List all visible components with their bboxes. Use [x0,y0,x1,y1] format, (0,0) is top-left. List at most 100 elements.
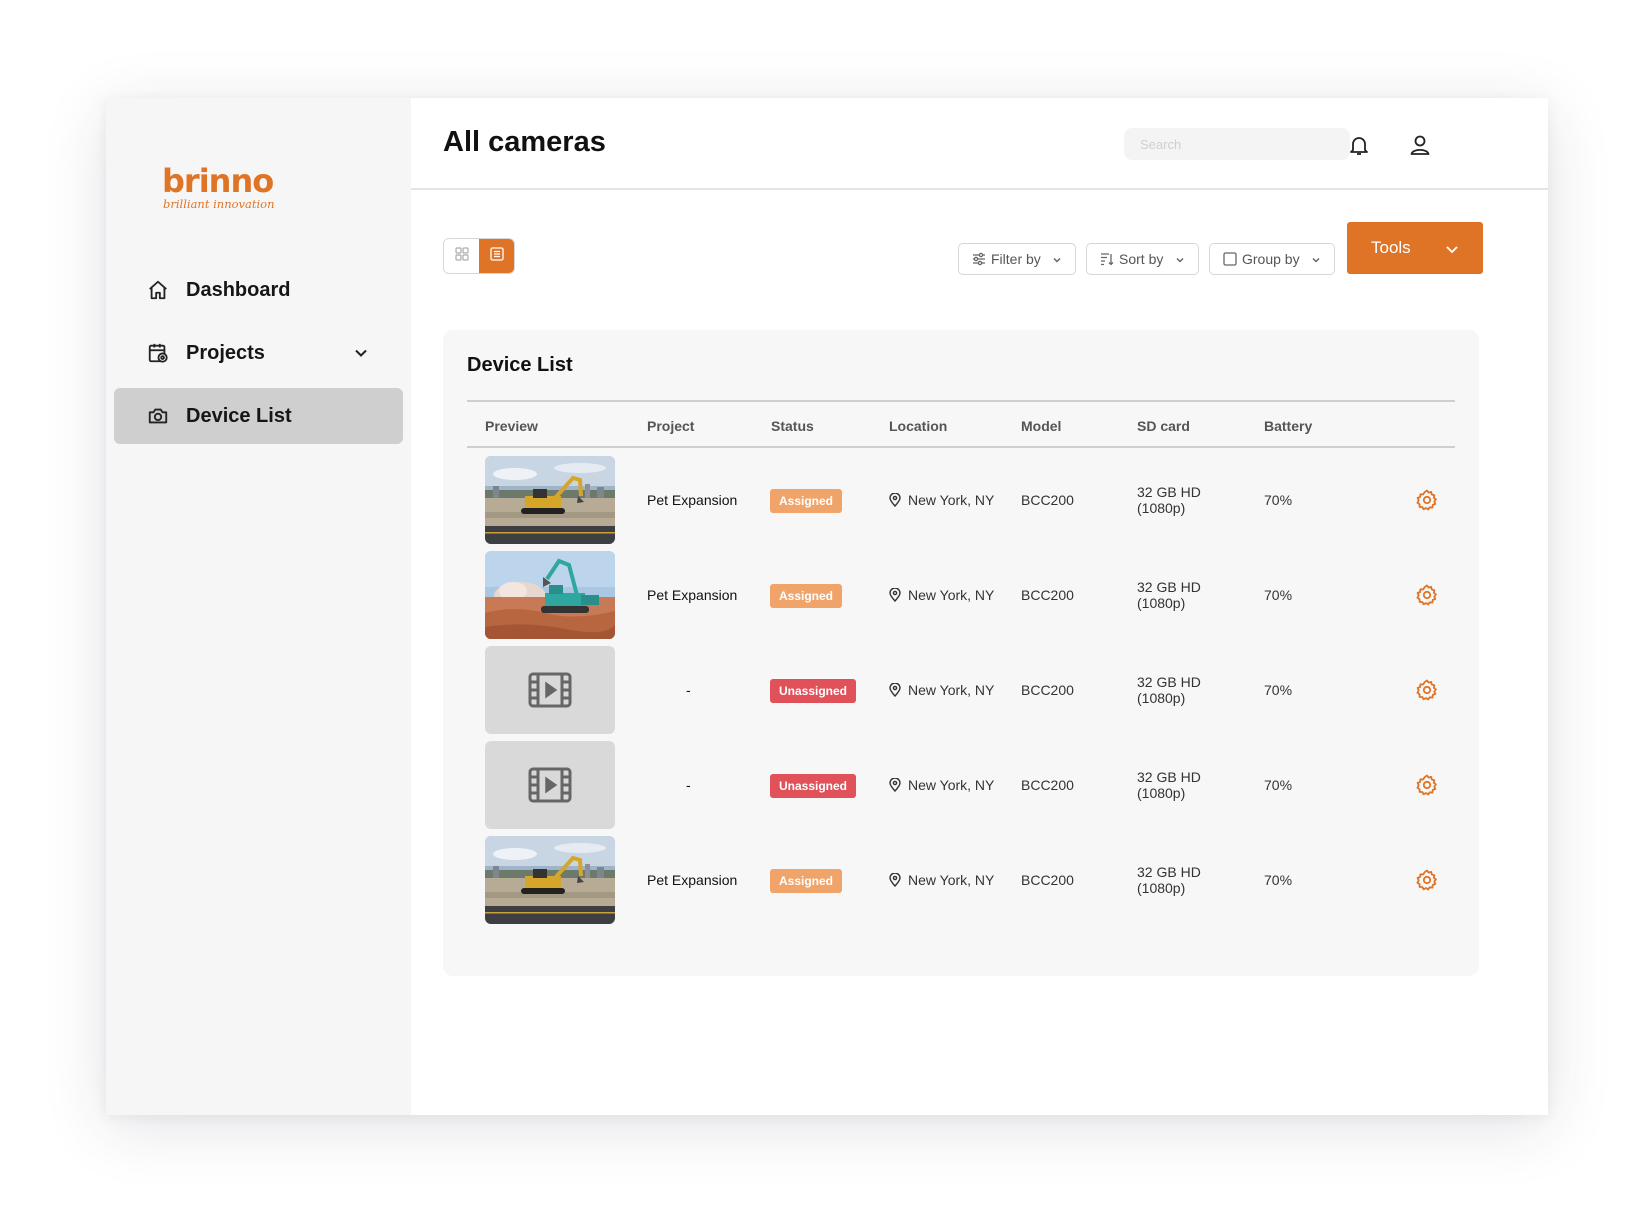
status-badge: Unassigned [770,774,857,798]
project-name: Pet Expansion [647,587,738,603]
grid-view-button[interactable] [444,239,479,273]
column-header-battery: Battery [1264,418,1313,434]
preview-placeholder[interactable] [485,646,615,734]
bell-icon[interactable] [1346,132,1372,158]
model-cell: BCC200 [1021,872,1074,888]
project-name: - [686,682,691,698]
column-header-sd-card: SD card [1137,418,1190,434]
map-pin-icon [889,588,901,602]
model-cell: BCC200 [1021,587,1074,603]
sidebar-item-label: Device List [186,404,292,427]
gear-icon[interactable] [1415,678,1439,702]
project-name: Pet Expansion [647,872,738,888]
location-text: New York, NY [908,682,995,698]
sd-card-cell: 32 GB HD (1080p) [1137,674,1201,706]
sort-by-dropdown[interactable]: Sort by [1086,243,1199,275]
chevron-down-icon[interactable] [351,343,371,363]
table-row[interactable]: - Unassigned New York, NY BCC200 32 GB H… [467,640,1455,740]
sidebar-item-dashboard[interactable]: Dashboard [114,262,403,318]
battery-cell: 70% [1264,682,1293,698]
sd-card-cell: 32 GB HD (1080p) [1137,864,1201,896]
location-text: New York, NY [908,872,995,888]
map-pin-icon [889,493,901,507]
list-view-button[interactable] [479,239,514,273]
sd-size: 32 GB HD [1137,674,1201,690]
tools-button[interactable]: Tools [1347,222,1483,274]
project-name: - [686,777,691,793]
sd-size: 32 GB HD [1137,769,1201,785]
preview-thumbnail[interactable] [485,456,615,544]
column-header-preview: Preview [485,418,538,434]
brinno-logo[interactable]: brinno brilliant innovation [162,162,278,214]
user-icon[interactable] [1407,132,1433,158]
filter-by-dropdown[interactable]: Filter by [958,243,1076,275]
status-badge: Unassigned [770,679,857,703]
table-row[interactable]: Pet Expansion Assigned New York, NY BCC2… [467,830,1455,930]
checkbox-square-icon [1222,251,1238,267]
gear-icon[interactable] [1415,488,1439,512]
filter-sliders-icon [971,251,987,267]
location-cell: New York, NY [889,777,994,793]
chevron-down-icon [1443,240,1461,258]
chevron-down-icon [1310,253,1322,265]
sidebar-item-label: Projects [186,341,265,364]
top-bar: All cameras [411,98,1548,190]
gear-icon[interactable] [1415,868,1439,892]
group-by-dropdown[interactable]: Group by [1209,243,1335,275]
group-label: Group by [1242,251,1300,267]
location-text: New York, NY [908,492,995,508]
chevron-down-icon [1174,253,1186,265]
table-row[interactable]: - Unassigned New York, NY BCC200 32 GB H… [467,735,1455,835]
preview-placeholder[interactable] [485,741,615,829]
video-placeholder-icon [528,672,572,708]
preview-thumbnail[interactable] [485,836,615,924]
preview-thumbnail[interactable] [485,551,615,639]
model-cell: BCC200 [1021,777,1074,793]
sd-resolution: (1080p) [1137,785,1186,801]
sidebar: brinno brilliant innovation Dashboard Pr… [106,98,411,1115]
table-row[interactable]: Pet Expansion Assigned New York, NY BCC2… [467,450,1455,550]
model-cell: BCC200 [1021,492,1074,508]
battery-cell: 70% [1264,492,1293,508]
column-header-model: Model [1021,418,1062,434]
calendar-settings-icon [146,341,170,365]
sd-resolution: (1080p) [1137,690,1186,706]
status-badge: Assigned [770,869,843,893]
sd-card-cell: 32 GB HD (1080p) [1137,579,1201,611]
status-badge: Assigned [770,584,843,608]
video-placeholder-icon [528,767,572,803]
map-pin-icon [889,873,901,887]
sd-resolution: (1080p) [1137,880,1186,896]
table-header: Preview Project Status Location Model SD… [467,400,1455,448]
location-cell: New York, NY [889,587,994,603]
sidebar-item-projects[interactable]: Projects [114,325,403,381]
column-header-location: Location [889,418,948,434]
card-title: Device List [467,354,573,376]
search-input[interactable] [1124,128,1350,160]
column-header-project: Project [647,418,695,434]
view-toggle [443,238,515,274]
sidebar-item-label: Dashboard [186,278,291,301]
tools-label: Tools [1371,238,1411,257]
list-icon [489,246,504,266]
column-header-status: Status [771,418,814,434]
status-badge: Assigned [770,489,843,513]
svg-text:brilliant innovation: brilliant innovation [163,197,275,211]
gear-icon[interactable] [1415,773,1439,797]
sidebar-item-device-list[interactable]: Device List [114,388,403,444]
map-pin-icon [889,778,901,792]
chevron-down-icon [1051,253,1063,265]
filter-label: Filter by [991,251,1041,267]
location-cell: New York, NY [889,872,994,888]
sd-resolution: (1080p) [1137,500,1186,516]
page-title: All cameras [443,126,606,158]
home-icon [146,278,170,302]
location-cell: New York, NY [889,682,994,698]
sd-resolution: (1080p) [1137,595,1186,611]
gear-icon[interactable] [1415,583,1439,607]
table-row[interactable]: Pet Expansion Assigned New York, NY BCC2… [467,545,1455,645]
model-cell: BCC200 [1021,682,1074,698]
map-pin-icon [889,683,901,697]
location-text: New York, NY [908,777,995,793]
sd-size: 32 GB HD [1137,864,1201,880]
